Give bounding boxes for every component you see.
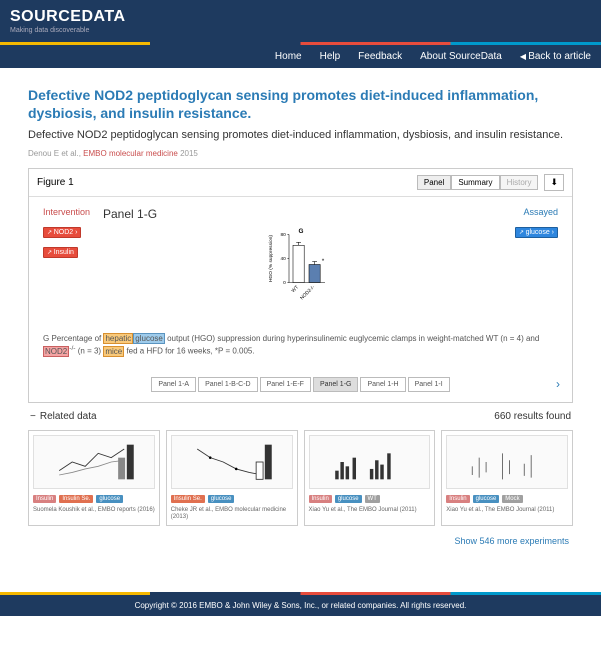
assayed-column: Assayed glucose [498,207,558,241]
mini-tag[interactable]: Insulin Se. [59,495,93,503]
mini-tag[interactable]: glucose [208,495,235,503]
related-thumb [446,435,568,489]
citation: Denou E et al., EMBO molecular medicine … [28,149,573,158]
figure-panel: Figure 1 Panel Summary History ⬇ Interve… [28,168,573,403]
citation-year: 2015 [178,149,198,158]
svg-text:HGO (% suppression): HGO (% suppression) [268,234,274,281]
top-nav: Home Help Feedback About SourceData Back… [0,45,601,68]
header: SOURCEDATA Making data discoverable [0,0,601,42]
panel-caption: G Percentage of hepaticglucose output (H… [43,333,558,357]
mini-tag[interactable]: Insulin [309,495,332,503]
panel-tab[interactable]: Panel 1-H [360,377,405,392]
intervention-label: Intervention [43,207,103,217]
article-title: Defective NOD2 peptidoglycan sensing pro… [28,86,573,122]
mini-tag[interactable]: Mock [502,495,522,503]
view-panel-tab[interactable]: Panel [417,175,451,190]
panel-tabs: Panel 1-APanel 1-B-C-DPanel 1-E-FPanel 1… [29,367,572,402]
article-subtitle: Defective NOD2 peptidoglycan sensing pro… [28,128,573,142]
svg-text:*: * [321,258,324,265]
panel-tab[interactable]: Panel 1-G [313,377,359,392]
collapse-icon[interactable]: − [30,411,36,422]
intervention-column: Intervention NOD2 Insulin [43,207,103,261]
citation-journal-link[interactable]: EMBO molecular medicine [83,149,178,158]
related-tags: InsulinglucoseWT [309,495,431,503]
panel-tab[interactable]: Panel 1-E-F [260,377,311,392]
related-heading: Related data [40,411,97,422]
hl-nod2[interactable]: NOD2 [43,346,69,357]
logo-tagline: Making data discoverable [10,27,126,34]
tag-nod2[interactable]: NOD2 [43,227,81,238]
related-thumb [309,435,431,489]
show-more-row: Show 546 more experiments [28,526,573,556]
related-citation: Cheke JR et al., EMBO molecular medicine… [171,507,293,521]
related-tags: InsulinInsulin Se.glucose [33,495,155,503]
logo: SOURCEDATA Making data discoverable [10,8,126,34]
related-card[interactable]: InsulinglucoseWT Xiao Yu et al., The EMBO… [304,430,436,526]
download-button[interactable]: ⬇ [544,174,564,191]
tag-insulin[interactable]: Insulin [43,247,78,258]
panel-center: Panel 1-G G 0 40 80 HGO (% suppression) WT * NO… [103,207,498,325]
nav-about[interactable]: About SourceData [420,51,502,62]
footer: Copyright © 2016 EMBO & John Wiley & Son… [0,595,601,616]
svg-text:80: 80 [280,232,286,238]
panel-title: Panel 1-G [103,207,498,221]
view-history-tab[interactable]: History [500,175,539,190]
hl-glucose[interactable]: glucose [133,333,165,344]
svg-text:G: G [298,228,303,235]
citation-authors: Denou E et al., [28,149,83,158]
bar-chart: G 0 40 80 HGO (% suppression) WT * NOD2-/- [103,225,498,325]
mini-tag[interactable]: glucose [96,495,123,503]
svg-text:0: 0 [283,280,286,286]
hl-mice[interactable]: mice [103,346,124,357]
related-header: −Related data 660 results found [28,403,573,430]
assayed-label: Assayed [498,207,558,217]
mini-tag[interactable]: Insulin [33,495,56,503]
related-thumb [171,435,293,489]
related-citation: Suomela Koushik et al., EMBO reports (20… [33,507,155,514]
mini-tag[interactable]: WT [365,495,380,503]
nav-back-to-article[interactable]: Back to article [520,51,591,62]
related-thumb [33,435,155,489]
view-summary-tab[interactable]: Summary [451,175,499,190]
related-card[interactable]: Insulin Se.glucose Cheke JR et al., EMBO … [166,430,298,526]
svg-text:NOD2-/-: NOD2-/- [299,284,316,301]
related-grid: InsulinInsulin Se.glucoseSuomela Koushik… [28,430,573,526]
nav-help[interactable]: Help [320,51,341,62]
figure-label: Figure 1 [37,177,74,188]
logo-text: SOURCEDATA [10,8,126,25]
svg-text:40: 40 [280,256,286,262]
mini-tag[interactable]: glucose [335,495,362,503]
hl-hepatic[interactable]: hepatic [103,333,133,344]
related-count: 660 results found [494,411,571,422]
next-panel-arrow[interactable]: › [556,377,560,391]
related-tags: Insulin glucoseMock [446,495,568,503]
mini-tag[interactable]: Insulin [446,495,469,503]
view-toggle: Panel Summary History [417,175,539,190]
related-tags: Insulin Se.glucose [171,495,293,503]
panel-body: Intervention NOD2 Insulin Panel 1-G G 0 40… [29,197,572,367]
show-more-link[interactable]: Show 546 more experiments [454,536,569,546]
related-card[interactable]: InsulinInsulin Se.glucose Suomela Koushik… [28,430,160,526]
main-content: Defective NOD2 peptidoglycan sensing pro… [0,68,601,574]
panel-tab[interactable]: Panel 1-A [151,377,196,392]
mini-tag[interactable]: Insulin Se. [171,495,205,503]
tag-glucose[interactable]: glucose [515,227,558,238]
panel-tab[interactable]: Panel 1-I [408,377,450,392]
related-card[interactable]: Insulin glucoseMock Xiao Yu et al., The EM… [441,430,573,526]
related-citation: Xiao Yu et al., The EMBO Journal (2011) [309,507,431,514]
related-citation: Xiao Yu et al., The EMBO Journal (2011) [446,507,568,514]
panel-tab[interactable]: Panel 1-B-C-D [198,377,258,392]
nav-home[interactable]: Home [275,51,302,62]
nav-feedback[interactable]: Feedback [358,51,402,62]
figure-header: Figure 1 Panel Summary History ⬇ [29,169,572,197]
mini-tag[interactable]: glucose [473,495,500,503]
svg-text:WT: WT [290,284,300,294]
